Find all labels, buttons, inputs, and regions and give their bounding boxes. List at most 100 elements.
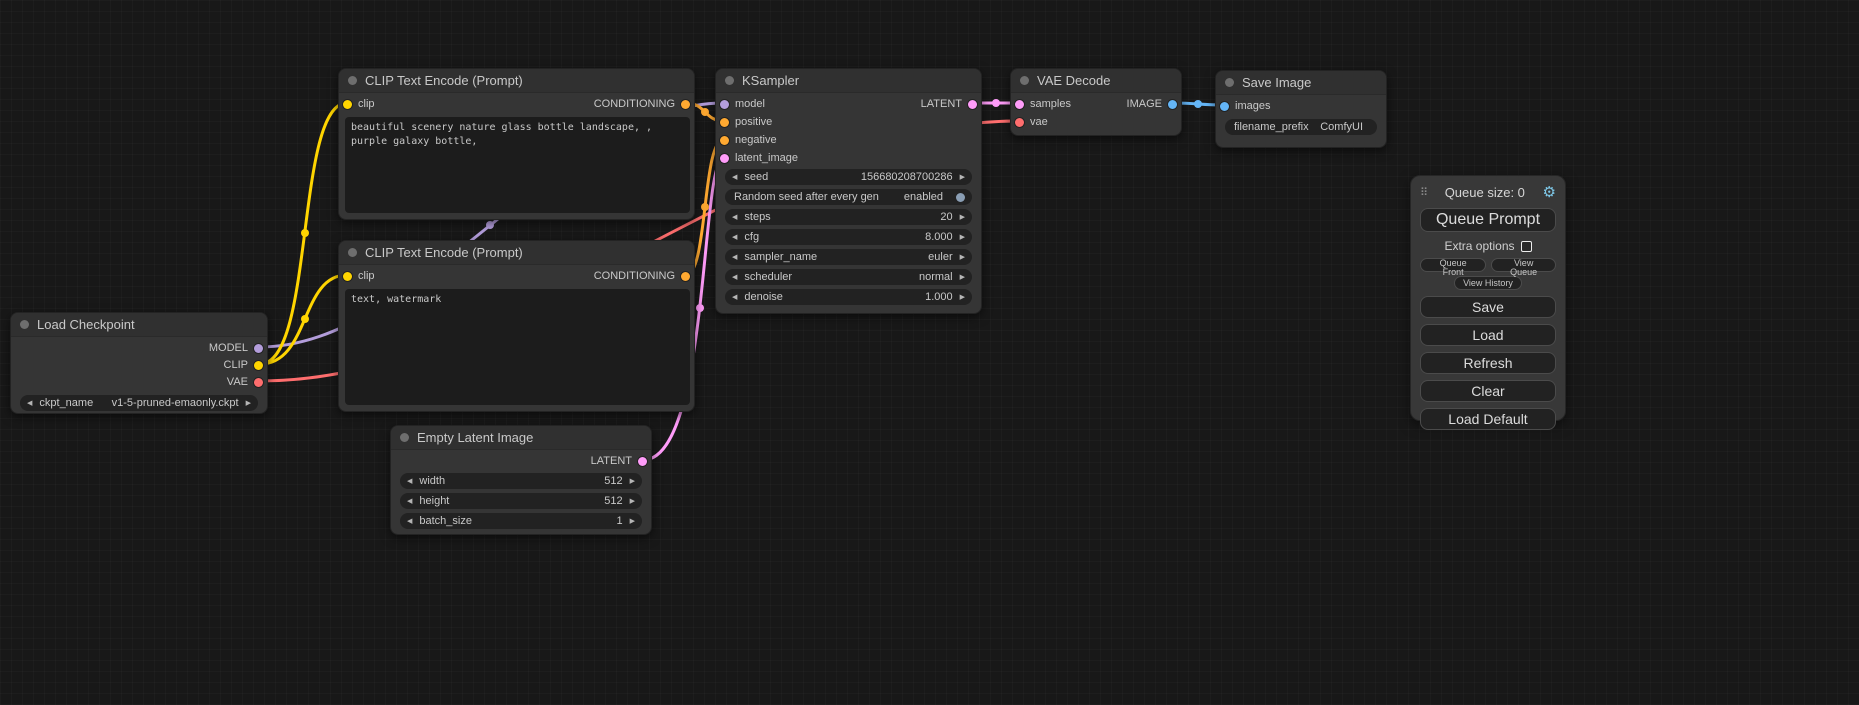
- queue-front-button[interactable]: Queue Front: [1420, 258, 1486, 272]
- left-arrow-icon[interactable]: ◀: [27, 400, 32, 407]
- collapse-dot-icon[interactable]: [20, 320, 29, 329]
- right-arrow-icon[interactable]: ▶: [960, 234, 965, 241]
- right-arrow-icon[interactable]: ▶: [960, 294, 965, 301]
- output-latent[interactable]: LATENT: [591, 454, 647, 468]
- height-widget[interactable]: ◀ height 512 ▶: [400, 493, 642, 509]
- right-arrow-icon[interactable]: ▶: [246, 400, 251, 407]
- scheduler-widget[interactable]: ◀ scheduler normal ▶: [725, 269, 972, 285]
- input-positive[interactable]: positive: [720, 115, 772, 129]
- node-load-checkpoint[interactable]: Load Checkpoint MODEL CLIP VAE ◀ ckpt_na…: [10, 312, 268, 414]
- width-widget[interactable]: ◀ width 512 ▶: [400, 473, 642, 489]
- conditioning-output-port[interactable]: [681, 272, 690, 281]
- collapse-dot-icon[interactable]: [1020, 76, 1029, 85]
- node-title-bar[interactable]: CLIP Text Encode (Prompt): [339, 69, 694, 93]
- steps-widget[interactable]: ◀ steps 20 ▶: [725, 209, 972, 225]
- output-vae[interactable]: VAE: [227, 375, 263, 389]
- left-arrow-icon[interactable]: ◀: [407, 478, 412, 485]
- node-vae-decode[interactable]: VAE Decode samples vae IMAGE: [1010, 68, 1182, 136]
- view-queue-button[interactable]: View Queue: [1491, 258, 1556, 272]
- drag-handle-icon[interactable]: ⠿: [1420, 186, 1427, 199]
- clear-button[interactable]: Clear: [1420, 380, 1556, 402]
- right-arrow-icon[interactable]: ▶: [630, 498, 635, 505]
- input-negative[interactable]: negative: [720, 133, 777, 147]
- settings-gear-icon[interactable]: ⚙: [1543, 185, 1556, 200]
- left-arrow-icon[interactable]: ◀: [732, 274, 737, 281]
- model-input-port[interactable]: [720, 100, 729, 109]
- node-clip-text-encode-negative[interactable]: CLIP Text Encode (Prompt) clip CONDITION…: [338, 240, 695, 412]
- input-clip[interactable]: clip: [343, 97, 375, 111]
- wire-midpoint-dot[interactable]: [992, 99, 1000, 107]
- output-conditioning[interactable]: CONDITIONING: [594, 97, 690, 111]
- right-arrow-icon[interactable]: ▶: [630, 478, 635, 485]
- node-title-bar[interactable]: KSampler: [716, 69, 981, 93]
- collapse-dot-icon[interactable]: [348, 76, 357, 85]
- wire-midpoint-dot[interactable]: [301, 315, 309, 323]
- queue-prompt-button[interactable]: Queue Prompt: [1420, 208, 1556, 232]
- wire-midpoint-dot[interactable]: [701, 108, 709, 116]
- latent-output-port[interactable]: [968, 100, 977, 109]
- vae-input-port[interactable]: [1015, 118, 1024, 127]
- conditioning-output-port[interactable]: [681, 100, 690, 109]
- batch-size-widget[interactable]: ◀ batch_size 1 ▶: [400, 513, 642, 529]
- right-arrow-icon[interactable]: ▶: [960, 174, 965, 181]
- node-clip-text-encode-positive[interactable]: CLIP Text Encode (Prompt) clip CONDITION…: [338, 68, 695, 220]
- node-ksampler[interactable]: KSampler model positive negative latent_…: [715, 68, 982, 314]
- positive-prompt-textarea[interactable]: beautiful scenery nature glass bottle la…: [345, 117, 690, 213]
- node-title-bar[interactable]: Save Image: [1216, 71, 1386, 95]
- clip-output-port[interactable]: [254, 361, 263, 370]
- input-model[interactable]: model: [720, 97, 765, 111]
- load-button[interactable]: Load: [1420, 324, 1556, 346]
- refresh-button[interactable]: Refresh: [1420, 352, 1556, 374]
- input-samples[interactable]: samples: [1015, 97, 1071, 111]
- left-arrow-icon[interactable]: ◀: [732, 174, 737, 181]
- seed-widget[interactable]: ◀ seed 156680208700286 ▶: [725, 169, 972, 185]
- left-arrow-icon[interactable]: ◀: [732, 294, 737, 301]
- output-image[interactable]: IMAGE: [1127, 97, 1177, 111]
- left-arrow-icon[interactable]: ◀: [732, 254, 737, 261]
- left-arrow-icon[interactable]: ◀: [732, 234, 737, 241]
- images-input-port[interactable]: [1220, 102, 1229, 111]
- left-arrow-icon[interactable]: ◀: [407, 498, 412, 505]
- random-seed-toggle-widget[interactable]: Random seed after every gen enabled: [725, 189, 972, 205]
- sampler-name-widget[interactable]: ◀ sampler_name euler ▶: [725, 249, 972, 265]
- image-output-port[interactable]: [1168, 100, 1177, 109]
- clip-input-port[interactable]: [343, 272, 352, 281]
- wire-midpoint-dot[interactable]: [696, 304, 704, 312]
- left-arrow-icon[interactable]: ◀: [732, 214, 737, 221]
- right-arrow-icon[interactable]: ▶: [960, 254, 965, 261]
- output-model[interactable]: MODEL: [209, 341, 263, 355]
- collapse-dot-icon[interactable]: [348, 248, 357, 257]
- collapse-dot-icon[interactable]: [725, 76, 734, 85]
- right-arrow-icon[interactable]: ▶: [960, 214, 965, 221]
- positive-input-port[interactable]: [720, 118, 729, 127]
- node-title-bar[interactable]: Empty Latent Image: [391, 426, 651, 450]
- denoise-widget[interactable]: ◀ denoise 1.000 ▶: [725, 289, 972, 305]
- output-latent[interactable]: LATENT: [921, 97, 977, 111]
- input-images[interactable]: images: [1220, 99, 1270, 113]
- node-empty-latent-image[interactable]: Empty Latent Image LATENT ◀ width 512 ▶ …: [390, 425, 652, 535]
- samples-input-port[interactable]: [1015, 100, 1024, 109]
- node-title-bar[interactable]: Load Checkpoint: [11, 313, 267, 337]
- node-title-bar[interactable]: VAE Decode: [1011, 69, 1181, 93]
- negative-prompt-textarea[interactable]: text, watermark: [345, 289, 690, 405]
- collapse-dot-icon[interactable]: [1225, 78, 1234, 87]
- node-title-bar[interactable]: CLIP Text Encode (Prompt): [339, 241, 694, 265]
- input-latent-image[interactable]: latent_image: [720, 151, 798, 165]
- wire-midpoint-dot[interactable]: [701, 203, 709, 211]
- output-clip[interactable]: CLIP: [224, 358, 263, 372]
- left-arrow-icon[interactable]: ◀: [407, 518, 412, 525]
- extra-options-checkbox[interactable]: [1521, 241, 1532, 252]
- wire-midpoint-dot[interactable]: [301, 229, 309, 237]
- clip-input-port[interactable]: [343, 100, 352, 109]
- right-arrow-icon[interactable]: ▶: [630, 518, 635, 525]
- comfyui-canvas[interactable]: { "colors": { "model": "#B39DDB", "clip"…: [0, 0, 1859, 705]
- node-save-image[interactable]: Save Image images filename_prefix ComfyU…: [1215, 70, 1387, 148]
- output-conditioning[interactable]: CONDITIONING: [594, 269, 690, 283]
- wire-midpoint-dot[interactable]: [486, 221, 494, 229]
- filename-prefix-widget[interactable]: filename_prefix ComfyUI: [1225, 119, 1377, 135]
- latent-image-input-port[interactable]: [720, 154, 729, 163]
- wire-midpoint-dot[interactable]: [1194, 100, 1202, 108]
- negative-input-port[interactable]: [720, 136, 729, 145]
- toggle-state-icon[interactable]: [956, 193, 965, 202]
- cfg-widget[interactable]: ◀ cfg 8.000 ▶: [725, 229, 972, 245]
